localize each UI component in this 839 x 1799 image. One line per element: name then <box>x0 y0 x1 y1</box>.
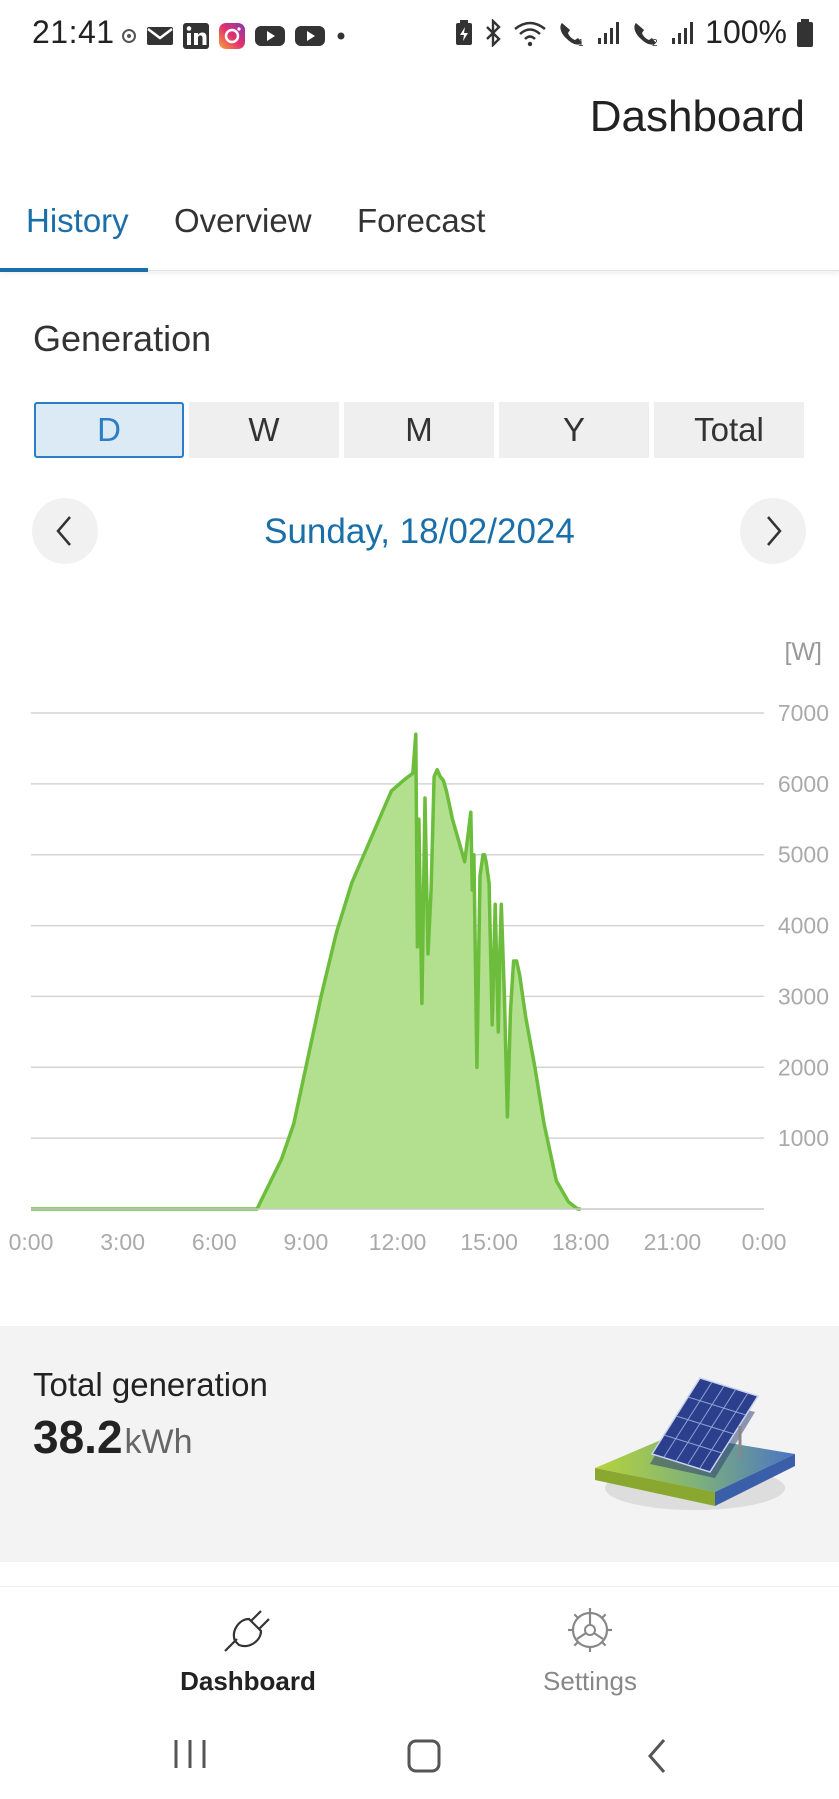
x-axis-ticks: 0:00 3:00 6:00 9:00 12:00 15:00 18:00 21:00 0:00 <box>9 1229 787 1255</box>
total-generation-label: Total generation <box>33 1366 268 1403</box>
selected-date: Sunday, 18/02/2024 <box>264 512 575 551</box>
y-tick-label: 5000 <box>778 842 829 868</box>
home-button[interactable] <box>404 1736 444 1781</box>
status-bar: 21:41 1 2 100% <box>0 0 839 72</box>
x-tick-label: 0:00 <box>9 1229 54 1255</box>
x-tick-label: 9:00 <box>283 1229 328 1255</box>
nav-settings[interactable]: Settings <box>490 1605 690 1697</box>
status-system-icons: 1 2 100% <box>455 14 813 51</box>
signal-sim2-icon <box>671 20 695 46</box>
x-tick-label: 15:00 <box>460 1229 518 1255</box>
svg-text:1: 1 <box>578 38 584 47</box>
y-tick-label: 6000 <box>778 771 829 797</box>
wifi-icon <box>513 19 547 47</box>
period-selector: D W M Y Total <box>34 402 804 458</box>
total-generation-card: Total generation 38.2kWh <box>0 1326 839 1562</box>
generation-chart: 1000 2000 3000 4000 5000 6000 7000 0:00 3:00 6:0… <box>9 638 829 1255</box>
notification-icon <box>120 27 138 45</box>
total-generation-unit: kWh <box>124 1423 193 1461</box>
section-title: Generation <box>33 318 212 359</box>
total-generation-number: 38.2 <box>33 1411 123 1463</box>
x-tick-label: 18:00 <box>552 1229 610 1255</box>
bluetooth-icon <box>483 18 503 47</box>
next-date-button[interactable] <box>740 498 806 564</box>
period-week-button[interactable]: W <box>189 402 339 458</box>
tab-overview[interactable]: Overview <box>174 202 312 240</box>
wifi-call-sim2-icon: 2 <box>631 19 661 47</box>
y-axis-ticks: 1000 2000 3000 4000 5000 6000 7000 <box>778 700 829 1151</box>
period-year-button[interactable]: Y <box>499 402 649 458</box>
tab-bar: History Overview Forecast <box>0 180 839 272</box>
plug-icon <box>224 1610 270 1652</box>
page-title: Dashboard <box>589 92 805 141</box>
back-button[interactable] <box>642 1736 672 1781</box>
signal-sim1-icon <box>597 20 621 46</box>
active-tab-indicator <box>0 268 148 272</box>
back-icon <box>648 1739 666 1773</box>
y-tick-label: 2000 <box>778 1054 829 1080</box>
tab-forecast[interactable]: Forecast <box>357 202 485 240</box>
nav-dashboard[interactable]: Dashboard <box>148 1605 348 1697</box>
nav-settings-label: Settings <box>543 1666 637 1696</box>
svg-text:2: 2 <box>652 38 658 47</box>
chart-unit-label: [W] <box>785 638 823 666</box>
status-notification-icons <box>120 20 348 52</box>
system-navigation-bar <box>0 1716 839 1799</box>
youtube-icon <box>254 24 286 48</box>
battery-icon <box>797 18 813 47</box>
x-tick-label: 12:00 <box>369 1229 427 1255</box>
linkedin-icon <box>182 22 210 50</box>
y-tick-label: 4000 <box>778 913 829 939</box>
y-tick-label: 1000 <box>778 1125 829 1151</box>
nav-dashboard-label: Dashboard <box>180 1666 316 1696</box>
battery-saver-icon <box>455 19 473 46</box>
total-generation-value: 38.2kWh <box>33 1410 193 1464</box>
battery-percent: 100% <box>705 14 787 50</box>
wifi-call-sim1-icon: 1 <box>557 19 587 47</box>
y-tick-label: 3000 <box>778 983 829 1009</box>
recent-apps-button[interactable] <box>170 1736 210 1777</box>
dot-icon <box>334 29 348 43</box>
home-icon <box>407 1739 441 1773</box>
period-day-button[interactable]: D <box>34 402 184 458</box>
gear-icon <box>568 1608 612 1652</box>
x-tick-label: 3:00 <box>100 1229 145 1255</box>
recent-apps-icon <box>174 1740 206 1768</box>
x-tick-label: 21:00 <box>644 1229 702 1255</box>
solar-panel-illustration <box>595 1377 795 1510</box>
x-tick-label: 0:00 <box>742 1229 787 1255</box>
instagram-icon <box>218 22 246 50</box>
x-tick-label: 6:00 <box>192 1229 237 1255</box>
period-month-button[interactable]: M <box>344 402 494 458</box>
status-time: 21:41 <box>32 14 115 50</box>
period-total-button[interactable]: Total <box>654 402 804 458</box>
mail-icon <box>146 25 174 47</box>
tab-history[interactable]: History <box>26 202 129 240</box>
chevron-right-icon <box>767 516 782 546</box>
bottom-navigation: Dashboard Settings <box>0 1586 839 1707</box>
y-tick-label: 7000 <box>778 700 829 726</box>
youtube-icon <box>294 24 326 48</box>
